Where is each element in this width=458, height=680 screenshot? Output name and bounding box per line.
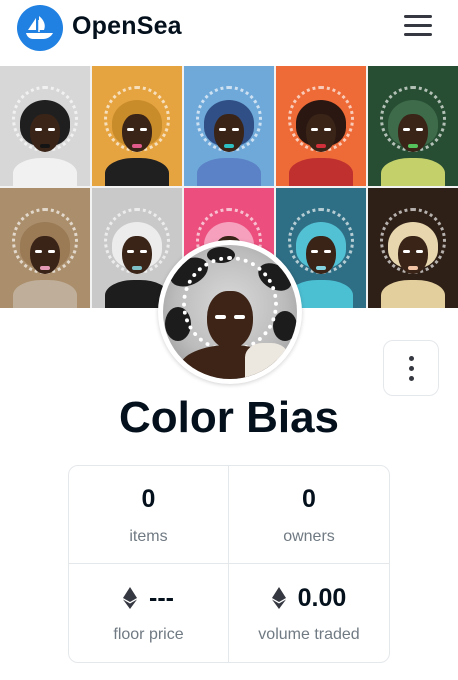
- stat-label: volume traded: [258, 626, 360, 643]
- dot: [408, 355, 414, 361]
- stat-label: floor price: [113, 626, 184, 643]
- banner-tile: [368, 66, 458, 186]
- stat-items[interactable]: 0 items: [69, 466, 229, 564]
- boat-icon: [26, 16, 53, 39]
- collection-title: Color Bias: [118, 393, 340, 442]
- brand-name[interactable]: OpenSea: [72, 12, 182, 41]
- stat-label: owners: [283, 527, 335, 545]
- stat-value: ---: [123, 582, 174, 614]
- stat-volume-traded[interactable]: 0.00 volume traded: [229, 564, 389, 662]
- banner-tile: [184, 66, 274, 186]
- collection-stats: 0 items 0 owners --- floor price 0.00 vo…: [68, 465, 390, 663]
- ethereum-icon: [123, 587, 137, 609]
- banner-tile: [0, 188, 90, 308]
- ethereum-icon: [271, 587, 286, 609]
- stat-value: 0: [302, 485, 316, 513]
- stat-value: 0: [141, 485, 156, 513]
- opensea-logo[interactable]: [17, 5, 63, 51]
- banner-tile: [92, 66, 182, 186]
- hamburger-menu-icon[interactable]: [404, 15, 434, 39]
- stat-value: 0.00: [271, 582, 346, 614]
- banner-tile: [0, 66, 90, 186]
- top-nav: OpenSea: [0, 0, 458, 66]
- avatar-image: [163, 245, 297, 379]
- collection-avatar[interactable]: [158, 240, 302, 384]
- stat-label: items: [129, 527, 168, 545]
- dot: [408, 375, 414, 381]
- stat-owners[interactable]: 0 owners: [229, 466, 389, 564]
- banner-tile: [368, 188, 458, 308]
- banner-tile: [276, 66, 366, 186]
- more-options-button[interactable]: [383, 340, 439, 396]
- dot: [408, 365, 414, 371]
- stat-floor-price[interactable]: --- floor price: [69, 564, 229, 662]
